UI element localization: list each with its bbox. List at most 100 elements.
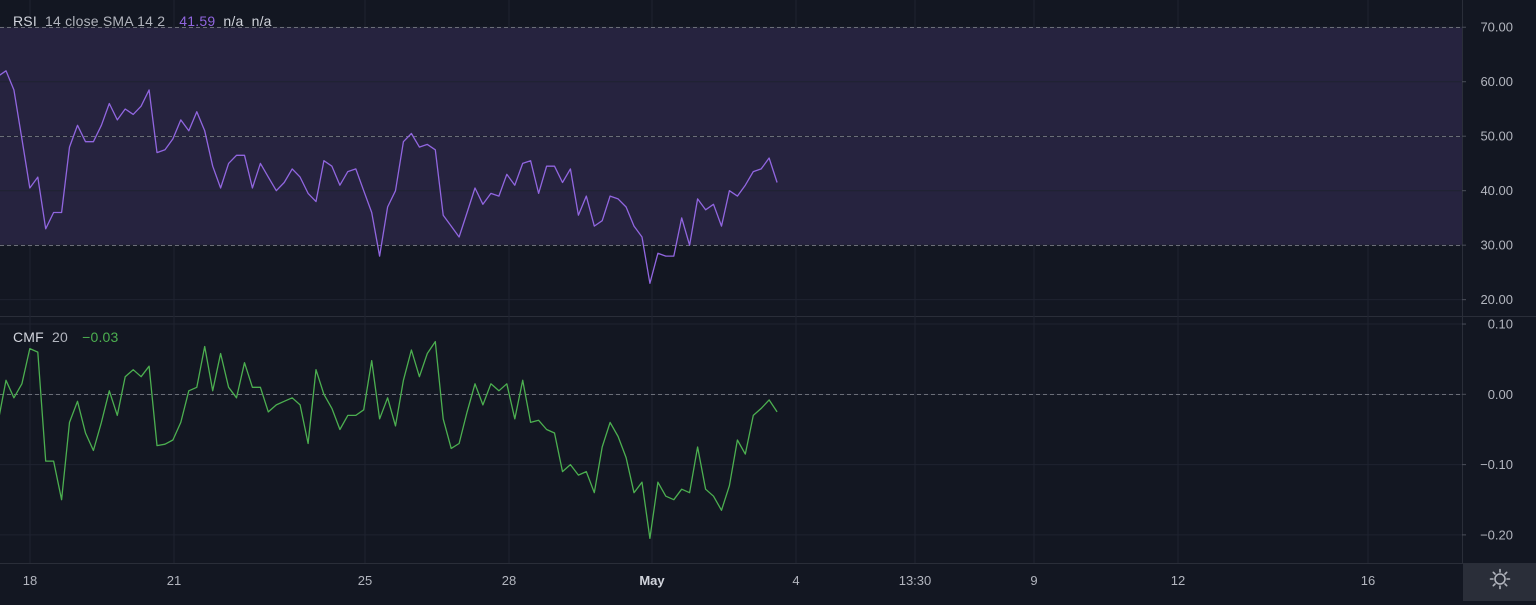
cmf-data-point (331, 408, 332, 409)
cmf-data-point (649, 538, 650, 539)
rsi-data-point (308, 193, 309, 194)
rsi-data-point (204, 130, 205, 131)
rsi-data-point (514, 185, 515, 186)
rsi-data-point (594, 226, 595, 227)
cmf-data-point (252, 387, 253, 388)
cmf-data-point (212, 390, 213, 391)
cmf-data-point (530, 422, 531, 423)
rsi-data-point (292, 168, 293, 169)
cmf-data-point (387, 397, 388, 398)
rsi-data-point (77, 125, 78, 126)
cmf-data-point (236, 397, 237, 398)
x-tick-label: 16 (1361, 573, 1375, 588)
rsi-y-tick-label: 60.00 (1480, 74, 1513, 89)
cmf-data-point (610, 422, 611, 423)
cmf-data-point (705, 489, 706, 490)
cmf-data-point (777, 411, 778, 412)
rsi-legend-na-2: n/a (251, 13, 272, 29)
rsi-data-point (355, 168, 356, 169)
rsi-data-point (649, 283, 650, 284)
cmf-data-point (713, 496, 714, 497)
rsi-data-point (228, 163, 229, 164)
cmf-data-point (681, 489, 682, 490)
cmf-data-point (109, 390, 110, 391)
x-tick-label: May (639, 573, 665, 588)
rsi-data-point (610, 196, 611, 197)
rsi-data-point (745, 185, 746, 186)
rsi-data-point (753, 171, 754, 172)
cmf-data-point (411, 349, 412, 350)
rsi-legend: RSI 14 close SMA 14 2 41.59 n/a n/a (13, 13, 276, 29)
rsi-data-point (156, 152, 157, 153)
rsi-data-point (315, 201, 316, 202)
rsi-data-point (586, 196, 587, 197)
cmf-data-point (101, 422, 102, 423)
cmf-data-point (753, 415, 754, 416)
cmf-data-point (29, 348, 30, 349)
cmf-data-point (300, 404, 301, 405)
rsi-data-point (93, 141, 94, 142)
cmf-data-point (53, 461, 54, 462)
rsi-data-point (467, 212, 468, 213)
cmf-data-point (315, 369, 316, 370)
rsi-legend-params: 14 close SMA 14 2 (45, 13, 166, 29)
rsi-data-point (419, 147, 420, 148)
rsi-data-point (379, 256, 380, 257)
cmf-y-tick-label: 0.00 (1488, 387, 1513, 402)
cmf-data-point (220, 353, 221, 354)
rsi-data-point (427, 144, 428, 145)
rsi-data-point (371, 212, 372, 213)
cmf-data-point (339, 429, 340, 430)
rsi-data-point (363, 190, 364, 191)
x-tick-label: 28 (502, 573, 516, 588)
cmf-data-point (347, 415, 348, 416)
rsi-data-point (141, 106, 142, 107)
rsi-data-point (109, 103, 110, 104)
rsi-data-point (777, 182, 778, 183)
rsi-data-point (196, 111, 197, 112)
cmf-data-point (745, 454, 746, 455)
rsi-data-point (689, 245, 690, 246)
cmf-data-point (164, 444, 165, 445)
rsi-data-point (276, 190, 277, 191)
x-tick-label: 9 (1030, 573, 1037, 588)
cmf-data-point (180, 422, 181, 423)
cmf-data-point (467, 411, 468, 412)
cmf-data-point (538, 420, 539, 421)
rsi-data-point (117, 119, 118, 120)
cmf-data-point (260, 387, 261, 388)
chart-canvas[interactable]: 70.00 60.00 50.00 40.00 30.00 20.00 0.10 0.00 −0… (0, 0, 1536, 605)
cmf-data-point (355, 415, 356, 416)
rsi-data-point (21, 138, 22, 139)
x-tick-label: 13:30 (899, 573, 932, 588)
rsi-data-point (697, 198, 698, 199)
cmf-data-point (626, 457, 627, 458)
rsi-data-point (546, 166, 547, 167)
rsi-data-point (300, 177, 301, 178)
rsi-data-point (220, 187, 221, 188)
cmf-data-point (308, 443, 309, 444)
rsi-data-point (578, 215, 579, 216)
rsi-data-point (212, 166, 213, 167)
cmf-data-point (323, 394, 324, 395)
rsi-data-point (474, 187, 475, 188)
rsi-data-point (705, 209, 706, 210)
cmf-data-point (156, 445, 157, 446)
cmf-legend-name: CMF (13, 329, 44, 345)
x-tick-label: 4 (792, 573, 799, 588)
rsi-data-point (618, 198, 619, 199)
rsi-data-point (13, 89, 14, 90)
cmf-data-point (149, 366, 150, 367)
rsi-data-point (29, 187, 30, 188)
cmf-data-point (244, 362, 245, 363)
cmf-data-point (737, 439, 738, 440)
cmf-data-point (697, 446, 698, 447)
cmf-data-point (395, 425, 396, 426)
rsi-data-point (244, 155, 245, 156)
cmf-data-point (371, 360, 372, 361)
x-tick-label: 21 (167, 573, 181, 588)
rsi-y-tick-label: 40.00 (1480, 183, 1513, 198)
cmf-data-point (514, 418, 515, 419)
rsi-data-point (53, 212, 54, 213)
chart-settings-button[interactable] (1463, 563, 1536, 601)
